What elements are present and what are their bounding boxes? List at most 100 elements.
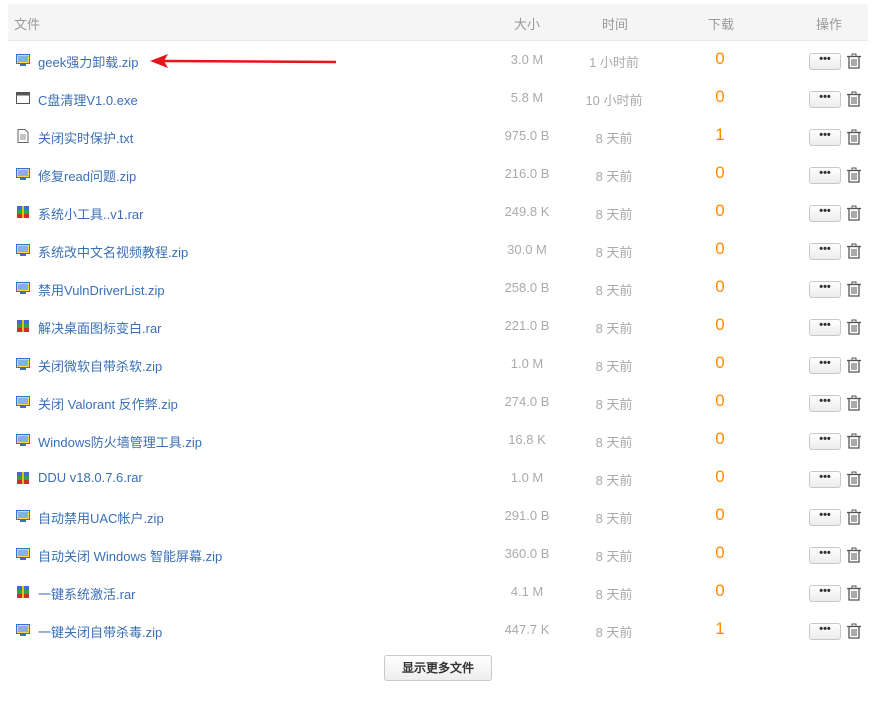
table-row: 一键关闭自带杀毒.zip 447.7 K 8 天前 1 •••	[8, 611, 868, 649]
more-icon[interactable]: •••	[809, 53, 841, 70]
file-name-link[interactable]: 关闭 Valorant 反作弊.zip	[38, 394, 178, 413]
more-icon[interactable]: •••	[809, 205, 841, 222]
file-name-link[interactable]: C盘清理V1.0.exe	[38, 90, 138, 109]
file-name-link[interactable]: 自动关闭 Windows 智能屏幕.zip	[38, 546, 222, 565]
zip-file-icon	[16, 357, 30, 371]
trash-icon[interactable]	[846, 91, 862, 107]
trash-icon[interactable]	[846, 243, 862, 259]
table-row: Windows防火墙管理工具.zip 16.8 K 8 天前 0 •••	[8, 421, 868, 459]
file-time: 8 天前	[595, 283, 633, 298]
zip-file-icon	[16, 281, 30, 295]
trash-icon[interactable]	[846, 509, 862, 525]
file-size: 216.0 B	[504, 166, 550, 181]
file-size: 258.0 B	[504, 280, 550, 295]
file-name-link[interactable]: 关闭实时保护.txt	[38, 128, 133, 147]
more-icon[interactable]: •••	[809, 243, 841, 260]
trash-icon[interactable]	[846, 53, 862, 69]
file-time: 8 天前	[595, 625, 633, 640]
file-name-link[interactable]: DDU v18.0.7.6.rar	[38, 470, 143, 485]
more-icon[interactable]: •••	[809, 509, 841, 526]
zip-file-icon	[16, 243, 30, 257]
more-icon[interactable]: •••	[809, 395, 841, 412]
more-icon[interactable]: •••	[809, 585, 841, 602]
trash-icon[interactable]	[846, 395, 862, 411]
table-row: 系统改中文名视频教程.zip 30.0 M 8 天前 0 •••	[8, 231, 868, 269]
file-size: 16.8 K	[508, 432, 546, 447]
file-name-link[interactable]: 解决桌面图标变白.rar	[38, 318, 162, 337]
more-icon[interactable]: •••	[809, 91, 841, 108]
file-size: 4.1 M	[510, 584, 544, 599]
more-icon[interactable]: •••	[809, 319, 841, 336]
file-name-link[interactable]: 禁用VulnDriverList.zip	[38, 280, 165, 299]
zip-file-icon	[16, 395, 30, 409]
table-row: 修复read问题.zip 216.0 B 8 天前 0 •••	[8, 155, 868, 193]
more-icon[interactable]: •••	[809, 357, 841, 374]
file-table: 文件 大小 时间 下载 操作 geek强力卸载.zip 3.0 M 1 小时前 0 ••…	[8, 4, 868, 649]
show-more-files-button[interactable]: 显示更多文件	[384, 655, 492, 681]
file-name-link[interactable]: 系统小工具..v1.rar	[38, 204, 143, 223]
file-time: 8 天前	[595, 549, 633, 564]
table-row: geek强力卸载.zip 3.0 M 1 小时前 0 •••	[8, 41, 868, 79]
file-time: 8 天前	[595, 359, 633, 374]
more-icon[interactable]: •••	[809, 167, 841, 184]
more-icon[interactable]: •••	[809, 471, 841, 488]
more-icon[interactable]: •••	[809, 129, 841, 146]
file-size: 249.8 K	[504, 204, 550, 219]
table-row: DDU v18.0.7.6.rar 1.0 M 8 天前 0 •••	[8, 459, 868, 497]
file-name-link[interactable]: 一键系统激活.rar	[38, 584, 136, 603]
trash-icon[interactable]	[846, 129, 862, 145]
download-count: 0	[715, 391, 725, 410]
file-size: 3.0 M	[510, 52, 544, 67]
trash-icon[interactable]	[846, 167, 862, 183]
zip-file-icon	[16, 53, 30, 67]
file-name-link[interactable]: 修复read问题.zip	[38, 166, 136, 185]
trash-icon[interactable]	[846, 319, 862, 335]
file-name-link[interactable]: 系统改中文名视频教程.zip	[38, 242, 188, 261]
header-name: 文件	[14, 17, 41, 32]
red-arrow-icon	[150, 54, 337, 68]
file-time: 8 天前	[595, 397, 633, 412]
rar-file-icon	[16, 205, 30, 219]
trash-icon[interactable]	[846, 547, 862, 563]
file-time: 8 天前	[595, 131, 633, 146]
file-time: 8 天前	[595, 473, 633, 488]
trash-icon[interactable]	[846, 585, 862, 601]
file-time: 8 天前	[595, 587, 633, 602]
file-name-link[interactable]: geek强力卸载.zip	[38, 52, 138, 71]
table-row: 系统小工具..v1.rar 249.8 K 8 天前 0 •••	[8, 193, 868, 231]
more-icon[interactable]: •••	[809, 281, 841, 298]
file-size: 360.0 B	[504, 546, 550, 561]
trash-icon[interactable]	[846, 357, 862, 373]
download-count: 0	[715, 353, 725, 372]
more-icon[interactable]: •••	[809, 433, 841, 450]
file-time: 8 天前	[595, 245, 633, 260]
trash-icon[interactable]	[846, 623, 862, 639]
file-name-link[interactable]: 一键关闭自带杀毒.zip	[38, 622, 162, 641]
zip-file-icon	[16, 623, 30, 637]
trash-icon[interactable]	[846, 433, 862, 449]
header-time: 时间	[601, 17, 628, 32]
file-time: 10 小时前	[585, 93, 643, 108]
zip-file-icon	[16, 167, 30, 181]
file-size: 30.0 M	[507, 242, 547, 257]
more-icon[interactable]: •••	[809, 623, 841, 640]
file-size: 1.0 M	[510, 356, 544, 371]
file-size: 274.0 B	[504, 394, 550, 409]
file-name-link[interactable]: 关闭微软自带杀软.zip	[38, 356, 162, 375]
more-icon[interactable]: •••	[809, 547, 841, 564]
trash-icon[interactable]	[846, 471, 862, 487]
table-body: geek强力卸载.zip 3.0 M 1 小时前 0 ••• C盘清理V1.0.exe 5.…	[8, 41, 868, 649]
trash-icon[interactable]	[846, 205, 862, 221]
download-count: 0	[715, 505, 725, 524]
txt-file-icon	[16, 129, 30, 143]
trash-icon[interactable]	[846, 281, 862, 297]
header-size: 大小	[513, 17, 540, 32]
download-count: 0	[715, 163, 725, 182]
file-size: 5.8 M	[510, 90, 544, 105]
download-count: 0	[715, 581, 725, 600]
header-actions: 操作	[815, 17, 842, 32]
file-name-link[interactable]: 自动禁用UAC帐户.zip	[38, 508, 164, 527]
table-header: 文件 大小 时间 下载 操作	[8, 4, 868, 41]
file-name-link[interactable]: Windows防火墙管理工具.zip	[38, 432, 202, 451]
download-count: 0	[715, 49, 725, 68]
